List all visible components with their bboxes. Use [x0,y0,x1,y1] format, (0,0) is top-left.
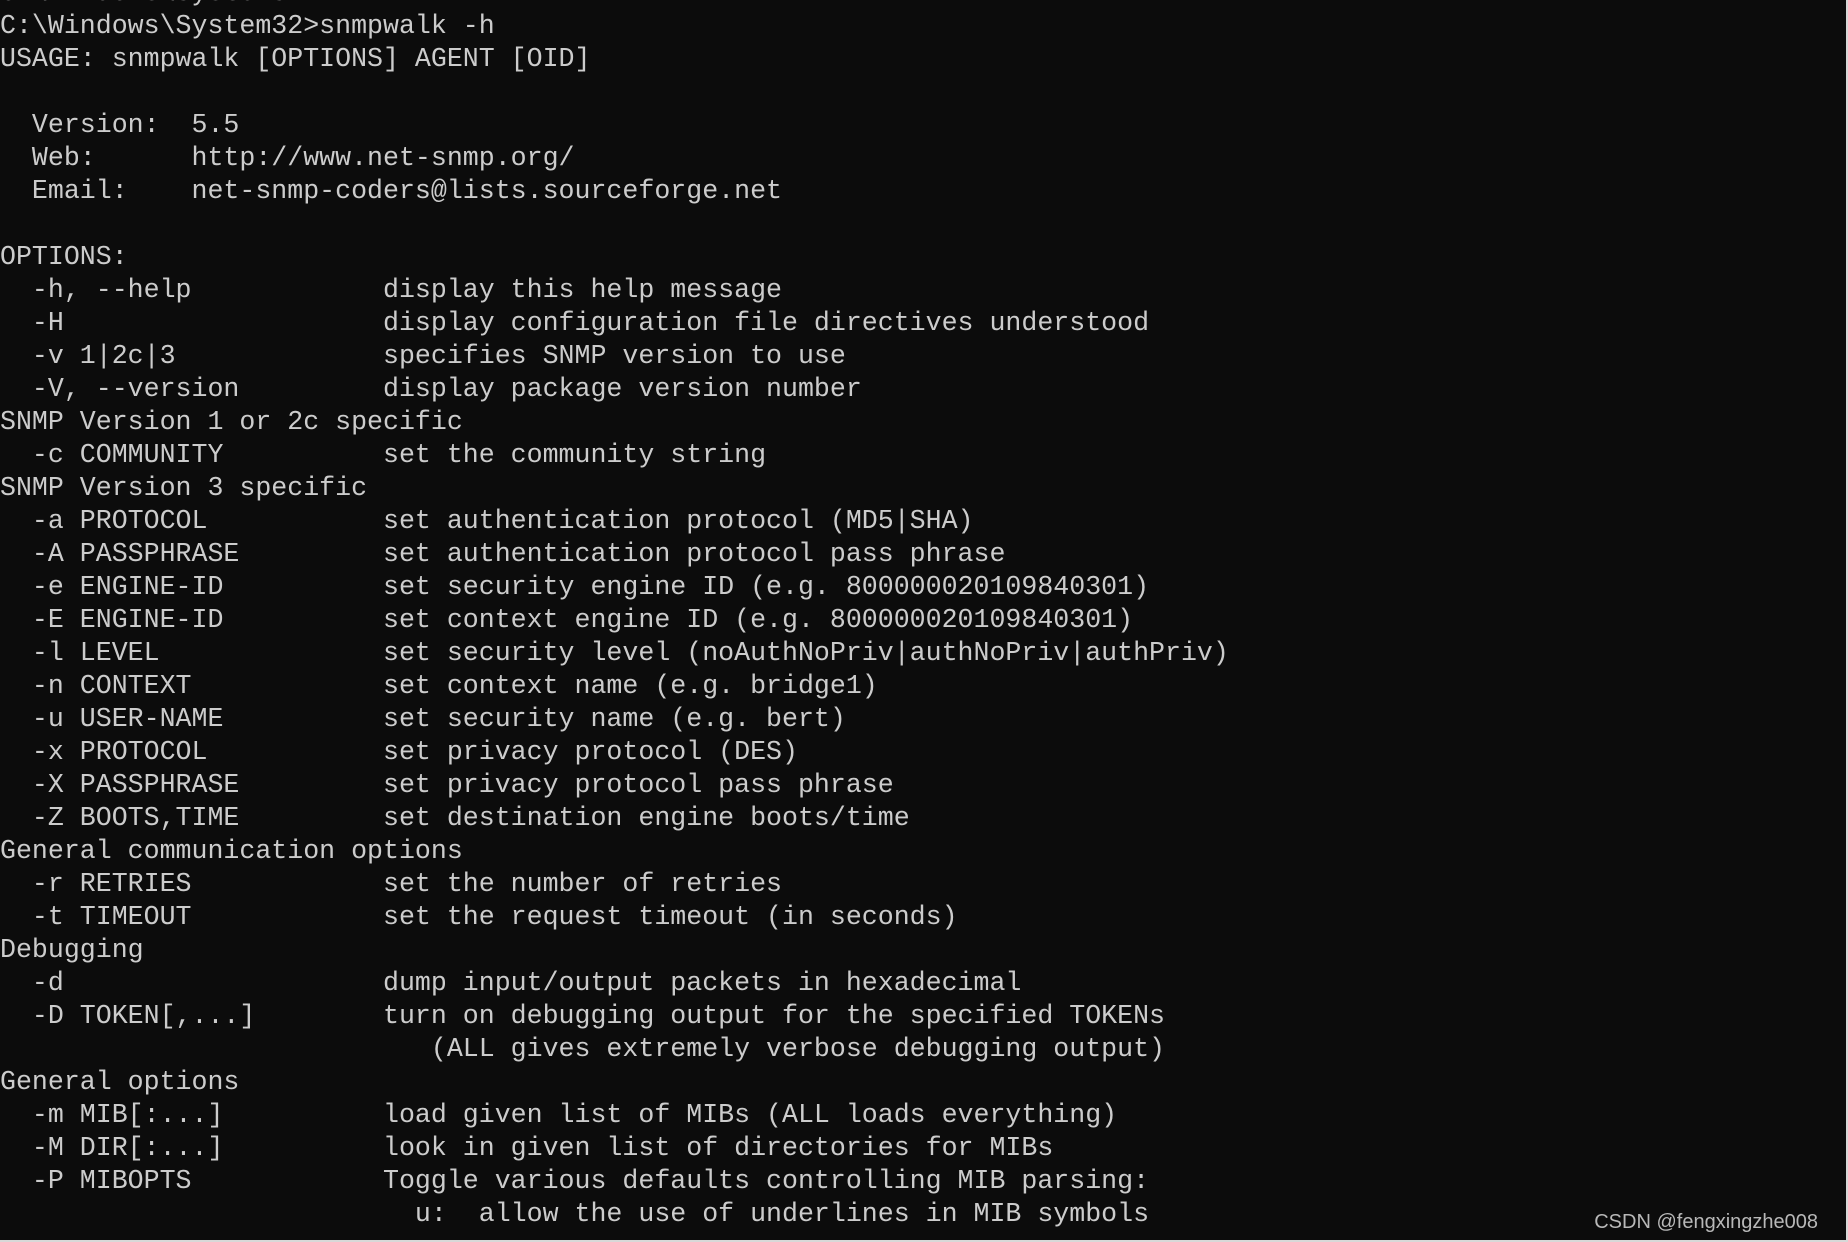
console-line: -P MIBOPTS Toggle various defaults contr… [0,1165,1150,1196]
console-line: -c COMMUNITY set the community string [0,439,767,470]
console-line: Email: net-snmp-coders@lists.sourceforge… [0,175,782,206]
console-line: (ALL gives extremely verbose debugging o… [0,1033,1165,1064]
console-line: -v 1|2c|3 specifies SNMP version to use [0,340,846,371]
console-line: C:\Windows\System32> [0,0,1848,10]
console-line: Version: 5.5 [0,109,240,140]
console-line: SNMP Version 1 or 2c specific [0,406,463,437]
console-line [0,208,1848,241]
console-line: Web: http://www.net-snmp.org/ [0,142,575,173]
console-line: C:\Windows\System32>snmpwalk -h [0,10,495,41]
console-line: -l LEVEL set security level (noAuthNoPri… [0,637,1229,668]
console-line: -E ENGINE-ID set context engine ID (e.g.… [0,604,1134,635]
console-line: -H display configuration file directives… [0,307,1150,338]
console-line: General communication options [0,835,463,866]
console-line [0,76,1848,109]
console-line: -A PASSPHRASE set authentication protoco… [0,538,1006,569]
console-line: SNMP Version 3 specific [0,472,368,503]
console-line: -m MIB[:...] load given list of MIBs (AL… [0,1099,1118,1130]
console-line: -n CONTEXT set context name (e.g. bridge… [0,670,878,701]
console-line: -M DIR[:...] look in given list of direc… [0,1132,1054,1163]
console-line: u: allow the use of underlines in MIB sy… [0,1198,1150,1229]
console-line: -Z BOOTS,TIME set destination engine boo… [0,802,910,833]
console-line: -x PROTOCOL set privacy protocol (DES) [0,736,798,767]
console-line: Debugging [0,934,144,965]
console-line: -V, --version display package version nu… [0,373,862,404]
console-line: -X PASSPHRASE set privacy protocol pass … [0,769,894,800]
console-line: General options [0,1066,240,1097]
console-line: -u USER-NAME set security name (e.g. ber… [0,703,846,734]
console-line: -e ENGINE-ID set security engine ID (e.g… [0,571,1150,602]
watermark: CSDN @fengxingzhe008 [1594,1211,1818,1233]
console-line: -h, --help display this help message [0,274,782,305]
console-line: -r RETRIES set the number of retries [0,868,782,899]
console-line: -a PROTOCOL set authentication protocol … [0,505,974,536]
console-line: -t TIMEOUT set the request timeout (in s… [0,901,958,932]
console-line: -d dump input/output packets in hexadeci… [0,967,1022,998]
console-line: USAGE: snmpwalk [OPTIONS] AGENT [OID] [0,43,591,74]
console-line: -D TOKEN[,...] turn on debugging output … [0,1000,1165,1031]
console-line: OPTIONS: [0,241,128,272]
console-output[interactable]: C:\Windows\System32>C:\Windows\System32>… [0,0,1848,1231]
